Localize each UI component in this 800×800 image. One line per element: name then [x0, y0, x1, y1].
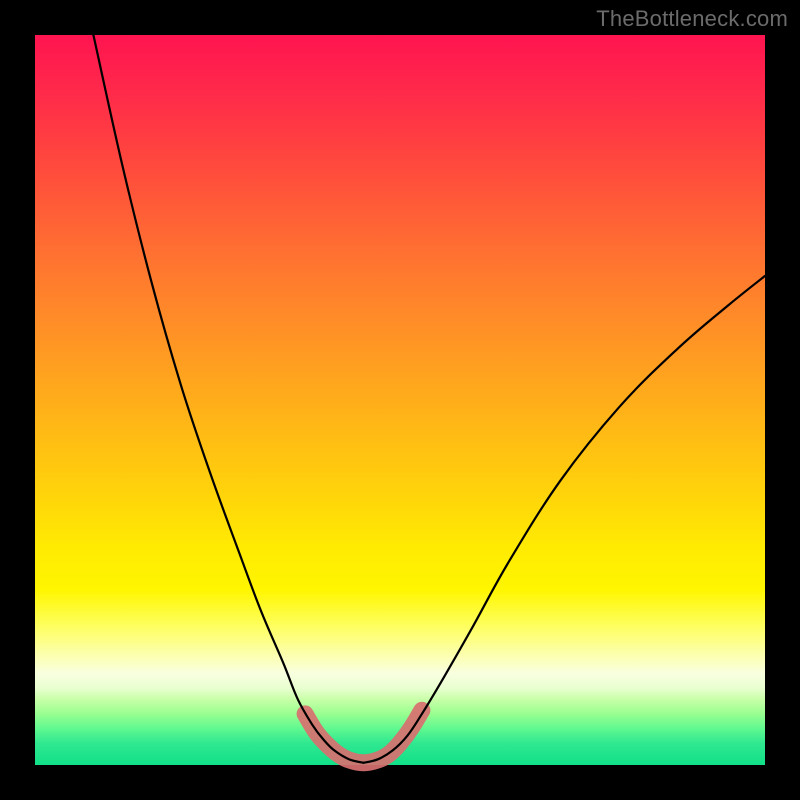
left-curve-path — [93, 35, 363, 763]
chart-frame: TheBottleneck.com — [0, 0, 800, 800]
plot-area — [35, 35, 765, 765]
right-curve-path — [364, 276, 766, 763]
highlight-dip-path — [305, 710, 422, 763]
curves-svg — [35, 35, 765, 765]
watermark-text: TheBottleneck.com — [596, 6, 788, 32]
